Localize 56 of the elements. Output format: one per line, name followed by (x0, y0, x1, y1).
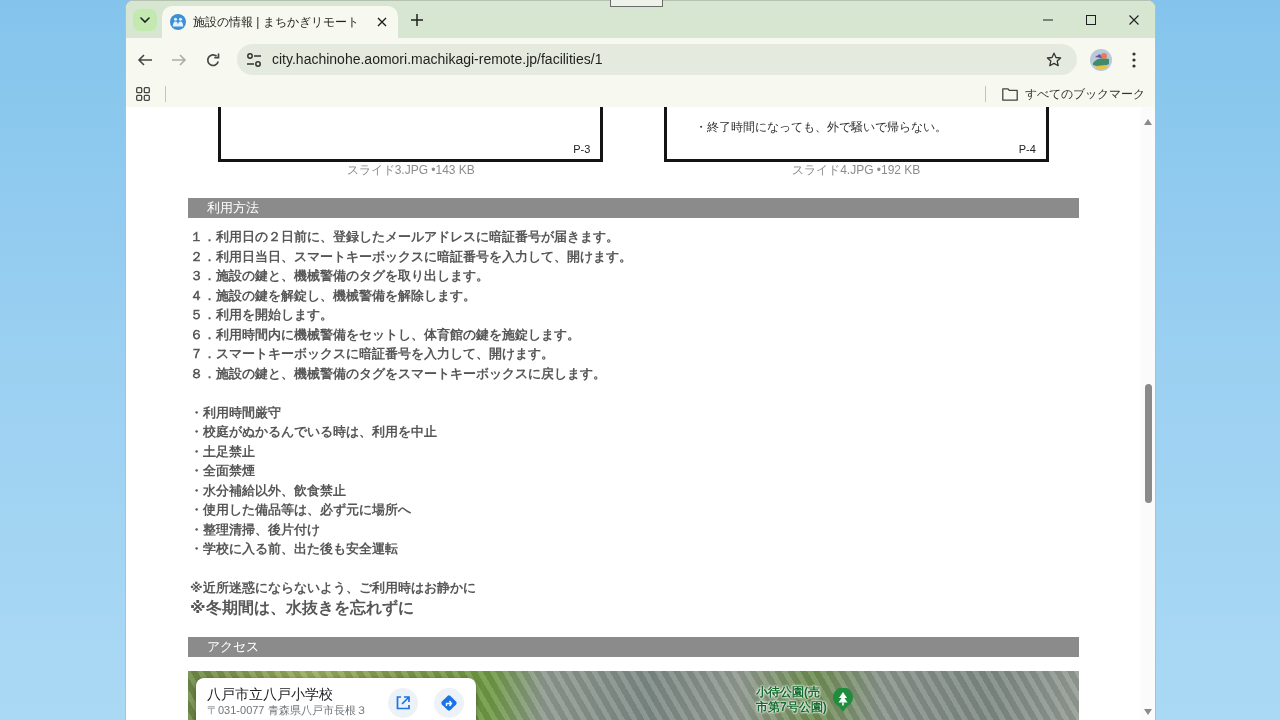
tab-search-button[interactable] (133, 9, 157, 31)
satellite-map-placeholder[interactable]: 八戸市立八戸小学校 〒031-0077 青森県八戸市長根３ 小待公園(売市第7号公園) (188, 671, 1079, 720)
usage-rule: ・土足禁止 (190, 442, 256, 461)
slide-page-number: P-3 (573, 143, 591, 156)
usage-rule: ・校庭がぬかるんでいる時は、利用を中止 (190, 423, 438, 441)
usage-step: ５．利用を開始します。 (190, 305, 1079, 325)
usage-step: ８．施設の鍵と、機械警備のタグをスマートキーボックスに戻します。 (190, 363, 1079, 383)
tree-pin-icon[interactable] (833, 688, 853, 712)
slide-caption: スライド4.JPG •192 KB (792, 162, 921, 178)
slide-page-number: P-4 (1018, 143, 1036, 156)
usage-step: ４．施設の鍵を解錠し、機械警備を解除します。 (190, 285, 1079, 305)
usage-step: ３．施設の鍵と、機械警備のタグを取り出します。 (190, 266, 1079, 286)
section-heading: 利用方法 (188, 198, 1079, 218)
avatar-icon (1090, 48, 1112, 71)
usage-rule: ・整理清掃、後片付け (190, 520, 321, 539)
reload-icon (205, 51, 221, 68)
site-logo-icon (170, 14, 186, 30)
scrollbar-track[interactable] (1141, 107, 1155, 720)
star-icon[interactable] (1046, 51, 1062, 68)
usage-step: ６．利用時間内に機械警備をセットし、体育館の鍵を施錠します。 (190, 324, 1079, 344)
folder-icon (1002, 87, 1018, 101)
usage-step: ７．スマートキーボックスに暗証番号を入力して、開けます。 (190, 344, 1079, 364)
scroll-up-arrow-icon[interactable] (1144, 119, 1152, 125)
section-heading: アクセス (188, 637, 1079, 657)
slide-caption: スライド3.JPG •143 KB (346, 162, 475, 178)
usage-step: １．利用日の２日前に、登録したメールアドレスに暗証番号が届きます。 (190, 227, 1079, 247)
menu-dots-icon (1132, 51, 1136, 68)
forward-arrow-icon (171, 51, 187, 68)
apps-grid-icon[interactable] (136, 87, 150, 101)
usage-rule: ・利用時間厳守 (190, 403, 282, 422)
back-arrow-icon (137, 51, 153, 68)
usage-note: ※冬期間は、水抜きを忘れずに (190, 597, 415, 618)
usage-rule: ・学校に入る前、出た後も安全運転 (190, 540, 399, 558)
maximize-icon (1085, 14, 1096, 25)
tune-icon[interactable] (246, 51, 262, 68)
slide-text: ・終了時間になっても、外で騒いで帰らない。 (694, 120, 948, 134)
usage-note: ※近所迷惑にならないよう、ご利用時はお静かに (190, 579, 477, 597)
usage-rule: ・水分補給以外、飲食禁止 (190, 481, 347, 500)
snap-layout-handle[interactable] (610, 0, 663, 7)
directions-icon[interactable] (434, 688, 464, 718)
external-link-icon[interactable] (388, 688, 418, 718)
minimize-icon (1042, 18, 1053, 21)
usage-step: ２．利用日当日、スマートキーボックスに暗証番号を入力して、開けます。 (190, 246, 1079, 266)
place-address: 〒031-0077 青森県八戸市長根３ (207, 703, 368, 717)
close-icon (1128, 14, 1139, 25)
scrollbar-thumb[interactable] (1144, 384, 1152, 503)
browser-tab[interactable]: 施設の情報 | まちかぎリモート (162, 6, 398, 38)
scroll-down-arrow-icon[interactable] (1144, 709, 1152, 715)
usage-rule: ・使用した備品等は、必ず元に場所へ (190, 501, 412, 519)
place-name: 八戸市立八戸小学校 (207, 685, 334, 703)
close-icon[interactable] (377, 17, 387, 27)
usage-rule: ・全面禁煙 (190, 462, 256, 480)
bookmarks-folder-button[interactable]: すべてのブックマーク (1002, 85, 1145, 103)
plus-icon (411, 14, 423, 26)
address-bar[interactable]: city.hachinohe.aomori.machikagi-remote.jp/facilities/1 (237, 44, 1077, 75)
chevron-down-icon (140, 17, 150, 23)
